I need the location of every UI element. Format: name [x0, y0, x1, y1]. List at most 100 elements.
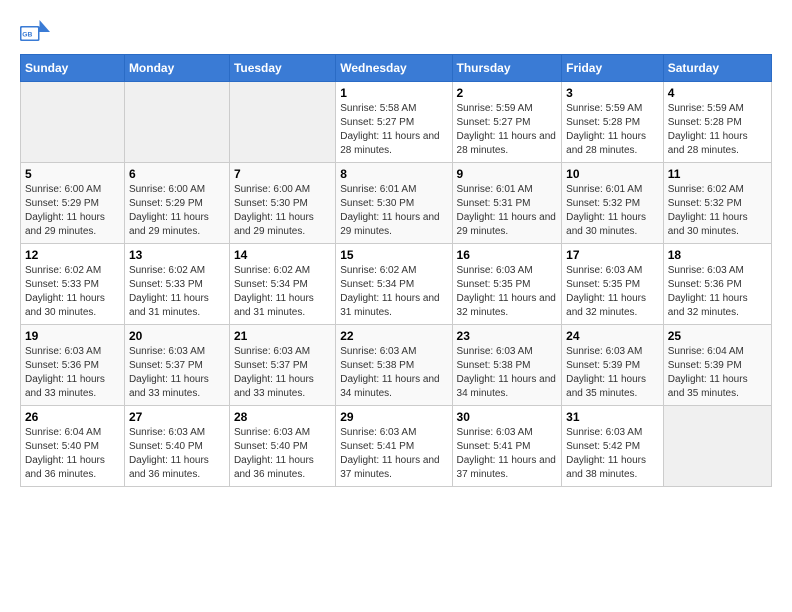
day-info: Sunrise: 6:02 AMSunset: 5:33 PMDaylight:…	[129, 264, 225, 320]
calendar-cell: 24 Sunrise: 6:03 AMSunset: 5:39 PMDaylig…	[562, 325, 664, 406]
calendar-cell: 28 Sunrise: 6:03 AMSunset: 5:40 PMDaylig…	[229, 406, 335, 487]
calendar-week-5: 26 Sunrise: 6:04 AMSunset: 5:40 PMDaylig…	[21, 406, 772, 487]
day-number: 17	[566, 248, 659, 262]
day-info: Sunrise: 6:00 AMSunset: 5:29 PMDaylight:…	[129, 183, 225, 239]
day-number: 25	[668, 329, 767, 343]
calendar-cell: 16 Sunrise: 6:03 AMSunset: 5:35 PMDaylig…	[452, 244, 562, 325]
calendar-cell: 31 Sunrise: 6:03 AMSunset: 5:42 PMDaylig…	[562, 406, 664, 487]
day-number: 15	[340, 248, 447, 262]
calendar-cell: 2 Sunrise: 5:59 AMSunset: 5:27 PMDayligh…	[452, 82, 562, 163]
header: GB	[20, 20, 772, 44]
calendar-cell	[21, 82, 125, 163]
logo: GB	[20, 20, 54, 44]
calendar-week-4: 19 Sunrise: 6:03 AMSunset: 5:36 PMDaylig…	[21, 325, 772, 406]
calendar-cell	[229, 82, 335, 163]
day-info: Sunrise: 6:02 AMSunset: 5:33 PMDaylight:…	[25, 264, 120, 320]
calendar-table: SundayMondayTuesdayWednesdayThursdayFrid…	[20, 54, 772, 487]
calendar-cell: 5 Sunrise: 6:00 AMSunset: 5:29 PMDayligh…	[21, 163, 125, 244]
calendar-cell: 7 Sunrise: 6:00 AMSunset: 5:30 PMDayligh…	[229, 163, 335, 244]
day-info: Sunrise: 6:03 AMSunset: 5:37 PMDaylight:…	[129, 345, 225, 401]
calendar-body: 1 Sunrise: 5:58 AMSunset: 5:27 PMDayligh…	[21, 82, 772, 487]
general-blue-icon: GB	[20, 20, 50, 44]
calendar-cell: 15 Sunrise: 6:02 AMSunset: 5:34 PMDaylig…	[336, 244, 452, 325]
day-info: Sunrise: 6:03 AMSunset: 5:41 PMDaylight:…	[340, 426, 447, 482]
calendar-cell: 4 Sunrise: 5:59 AMSunset: 5:28 PMDayligh…	[663, 82, 771, 163]
day-info: Sunrise: 6:00 AMSunset: 5:29 PMDaylight:…	[25, 183, 120, 239]
day-number: 28	[234, 410, 331, 424]
day-info: Sunrise: 6:03 AMSunset: 5:40 PMDaylight:…	[129, 426, 225, 482]
svg-text:GB: GB	[22, 32, 32, 39]
day-number: 26	[25, 410, 120, 424]
day-number: 11	[668, 167, 767, 181]
weekday-header-monday: Monday	[124, 55, 229, 82]
day-info: Sunrise: 6:01 AMSunset: 5:32 PMDaylight:…	[566, 183, 659, 239]
calendar-week-2: 5 Sunrise: 6:00 AMSunset: 5:29 PMDayligh…	[21, 163, 772, 244]
day-number: 14	[234, 248, 331, 262]
calendar-cell: 6 Sunrise: 6:00 AMSunset: 5:29 PMDayligh…	[124, 163, 229, 244]
day-info: Sunrise: 6:04 AMSunset: 5:40 PMDaylight:…	[25, 426, 120, 482]
day-info: Sunrise: 6:03 AMSunset: 5:40 PMDaylight:…	[234, 426, 331, 482]
calendar-cell: 23 Sunrise: 6:03 AMSunset: 5:38 PMDaylig…	[452, 325, 562, 406]
day-number: 24	[566, 329, 659, 343]
day-number: 9	[457, 167, 558, 181]
calendar-cell: 17 Sunrise: 6:03 AMSunset: 5:35 PMDaylig…	[562, 244, 664, 325]
calendar-cell: 30 Sunrise: 6:03 AMSunset: 5:41 PMDaylig…	[452, 406, 562, 487]
weekday-header-saturday: Saturday	[663, 55, 771, 82]
day-number: 6	[129, 167, 225, 181]
calendar-header: SundayMondayTuesdayWednesdayThursdayFrid…	[21, 55, 772, 82]
day-number: 16	[457, 248, 558, 262]
day-number: 13	[129, 248, 225, 262]
day-info: Sunrise: 6:03 AMSunset: 5:39 PMDaylight:…	[566, 345, 659, 401]
day-info: Sunrise: 6:03 AMSunset: 5:41 PMDaylight:…	[457, 426, 558, 482]
day-number: 12	[25, 248, 120, 262]
day-info: Sunrise: 6:02 AMSunset: 5:32 PMDaylight:…	[668, 183, 767, 239]
calendar-cell	[663, 406, 771, 487]
calendar-cell: 22 Sunrise: 6:03 AMSunset: 5:38 PMDaylig…	[336, 325, 452, 406]
calendar-cell: 1 Sunrise: 5:58 AMSunset: 5:27 PMDayligh…	[336, 82, 452, 163]
day-info: Sunrise: 6:01 AMSunset: 5:30 PMDaylight:…	[340, 183, 447, 239]
day-number: 23	[457, 329, 558, 343]
day-info: Sunrise: 5:58 AMSunset: 5:27 PMDaylight:…	[340, 102, 447, 158]
day-info: Sunrise: 6:02 AMSunset: 5:34 PMDaylight:…	[340, 264, 447, 320]
day-info: Sunrise: 5:59 AMSunset: 5:28 PMDaylight:…	[668, 102, 767, 158]
day-info: Sunrise: 6:01 AMSunset: 5:31 PMDaylight:…	[457, 183, 558, 239]
calendar-cell: 8 Sunrise: 6:01 AMSunset: 5:30 PMDayligh…	[336, 163, 452, 244]
calendar-week-1: 1 Sunrise: 5:58 AMSunset: 5:27 PMDayligh…	[21, 82, 772, 163]
day-info: Sunrise: 6:03 AMSunset: 5:42 PMDaylight:…	[566, 426, 659, 482]
calendar-cell: 12 Sunrise: 6:02 AMSunset: 5:33 PMDaylig…	[21, 244, 125, 325]
day-number: 1	[340, 86, 447, 100]
weekday-header-thursday: Thursday	[452, 55, 562, 82]
calendar-cell: 21 Sunrise: 6:03 AMSunset: 5:37 PMDaylig…	[229, 325, 335, 406]
day-number: 3	[566, 86, 659, 100]
weekday-header-wednesday: Wednesday	[336, 55, 452, 82]
calendar-week-3: 12 Sunrise: 6:02 AMSunset: 5:33 PMDaylig…	[21, 244, 772, 325]
day-number: 18	[668, 248, 767, 262]
day-info: Sunrise: 6:00 AMSunset: 5:30 PMDaylight:…	[234, 183, 331, 239]
day-info: Sunrise: 6:03 AMSunset: 5:38 PMDaylight:…	[340, 345, 447, 401]
day-info: Sunrise: 5:59 AMSunset: 5:27 PMDaylight:…	[457, 102, 558, 158]
day-info: Sunrise: 6:03 AMSunset: 5:35 PMDaylight:…	[566, 264, 659, 320]
weekday-header-sunday: Sunday	[21, 55, 125, 82]
day-number: 2	[457, 86, 558, 100]
day-number: 30	[457, 410, 558, 424]
day-number: 20	[129, 329, 225, 343]
calendar-cell: 29 Sunrise: 6:03 AMSunset: 5:41 PMDaylig…	[336, 406, 452, 487]
weekday-header-friday: Friday	[562, 55, 664, 82]
day-number: 19	[25, 329, 120, 343]
calendar-cell: 3 Sunrise: 5:59 AMSunset: 5:28 PMDayligh…	[562, 82, 664, 163]
day-info: Sunrise: 6:02 AMSunset: 5:34 PMDaylight:…	[234, 264, 331, 320]
calendar-cell: 9 Sunrise: 6:01 AMSunset: 5:31 PMDayligh…	[452, 163, 562, 244]
day-number: 8	[340, 167, 447, 181]
day-number: 5	[25, 167, 120, 181]
day-number: 4	[668, 86, 767, 100]
calendar-cell: 18 Sunrise: 6:03 AMSunset: 5:36 PMDaylig…	[663, 244, 771, 325]
calendar-cell: 25 Sunrise: 6:04 AMSunset: 5:39 PMDaylig…	[663, 325, 771, 406]
calendar-cell: 20 Sunrise: 6:03 AMSunset: 5:37 PMDaylig…	[124, 325, 229, 406]
day-number: 21	[234, 329, 331, 343]
day-info: Sunrise: 6:03 AMSunset: 5:35 PMDaylight:…	[457, 264, 558, 320]
calendar-cell: 27 Sunrise: 6:03 AMSunset: 5:40 PMDaylig…	[124, 406, 229, 487]
day-info: Sunrise: 6:03 AMSunset: 5:36 PMDaylight:…	[25, 345, 120, 401]
calendar-cell: 13 Sunrise: 6:02 AMSunset: 5:33 PMDaylig…	[124, 244, 229, 325]
day-number: 29	[340, 410, 447, 424]
day-number: 7	[234, 167, 331, 181]
